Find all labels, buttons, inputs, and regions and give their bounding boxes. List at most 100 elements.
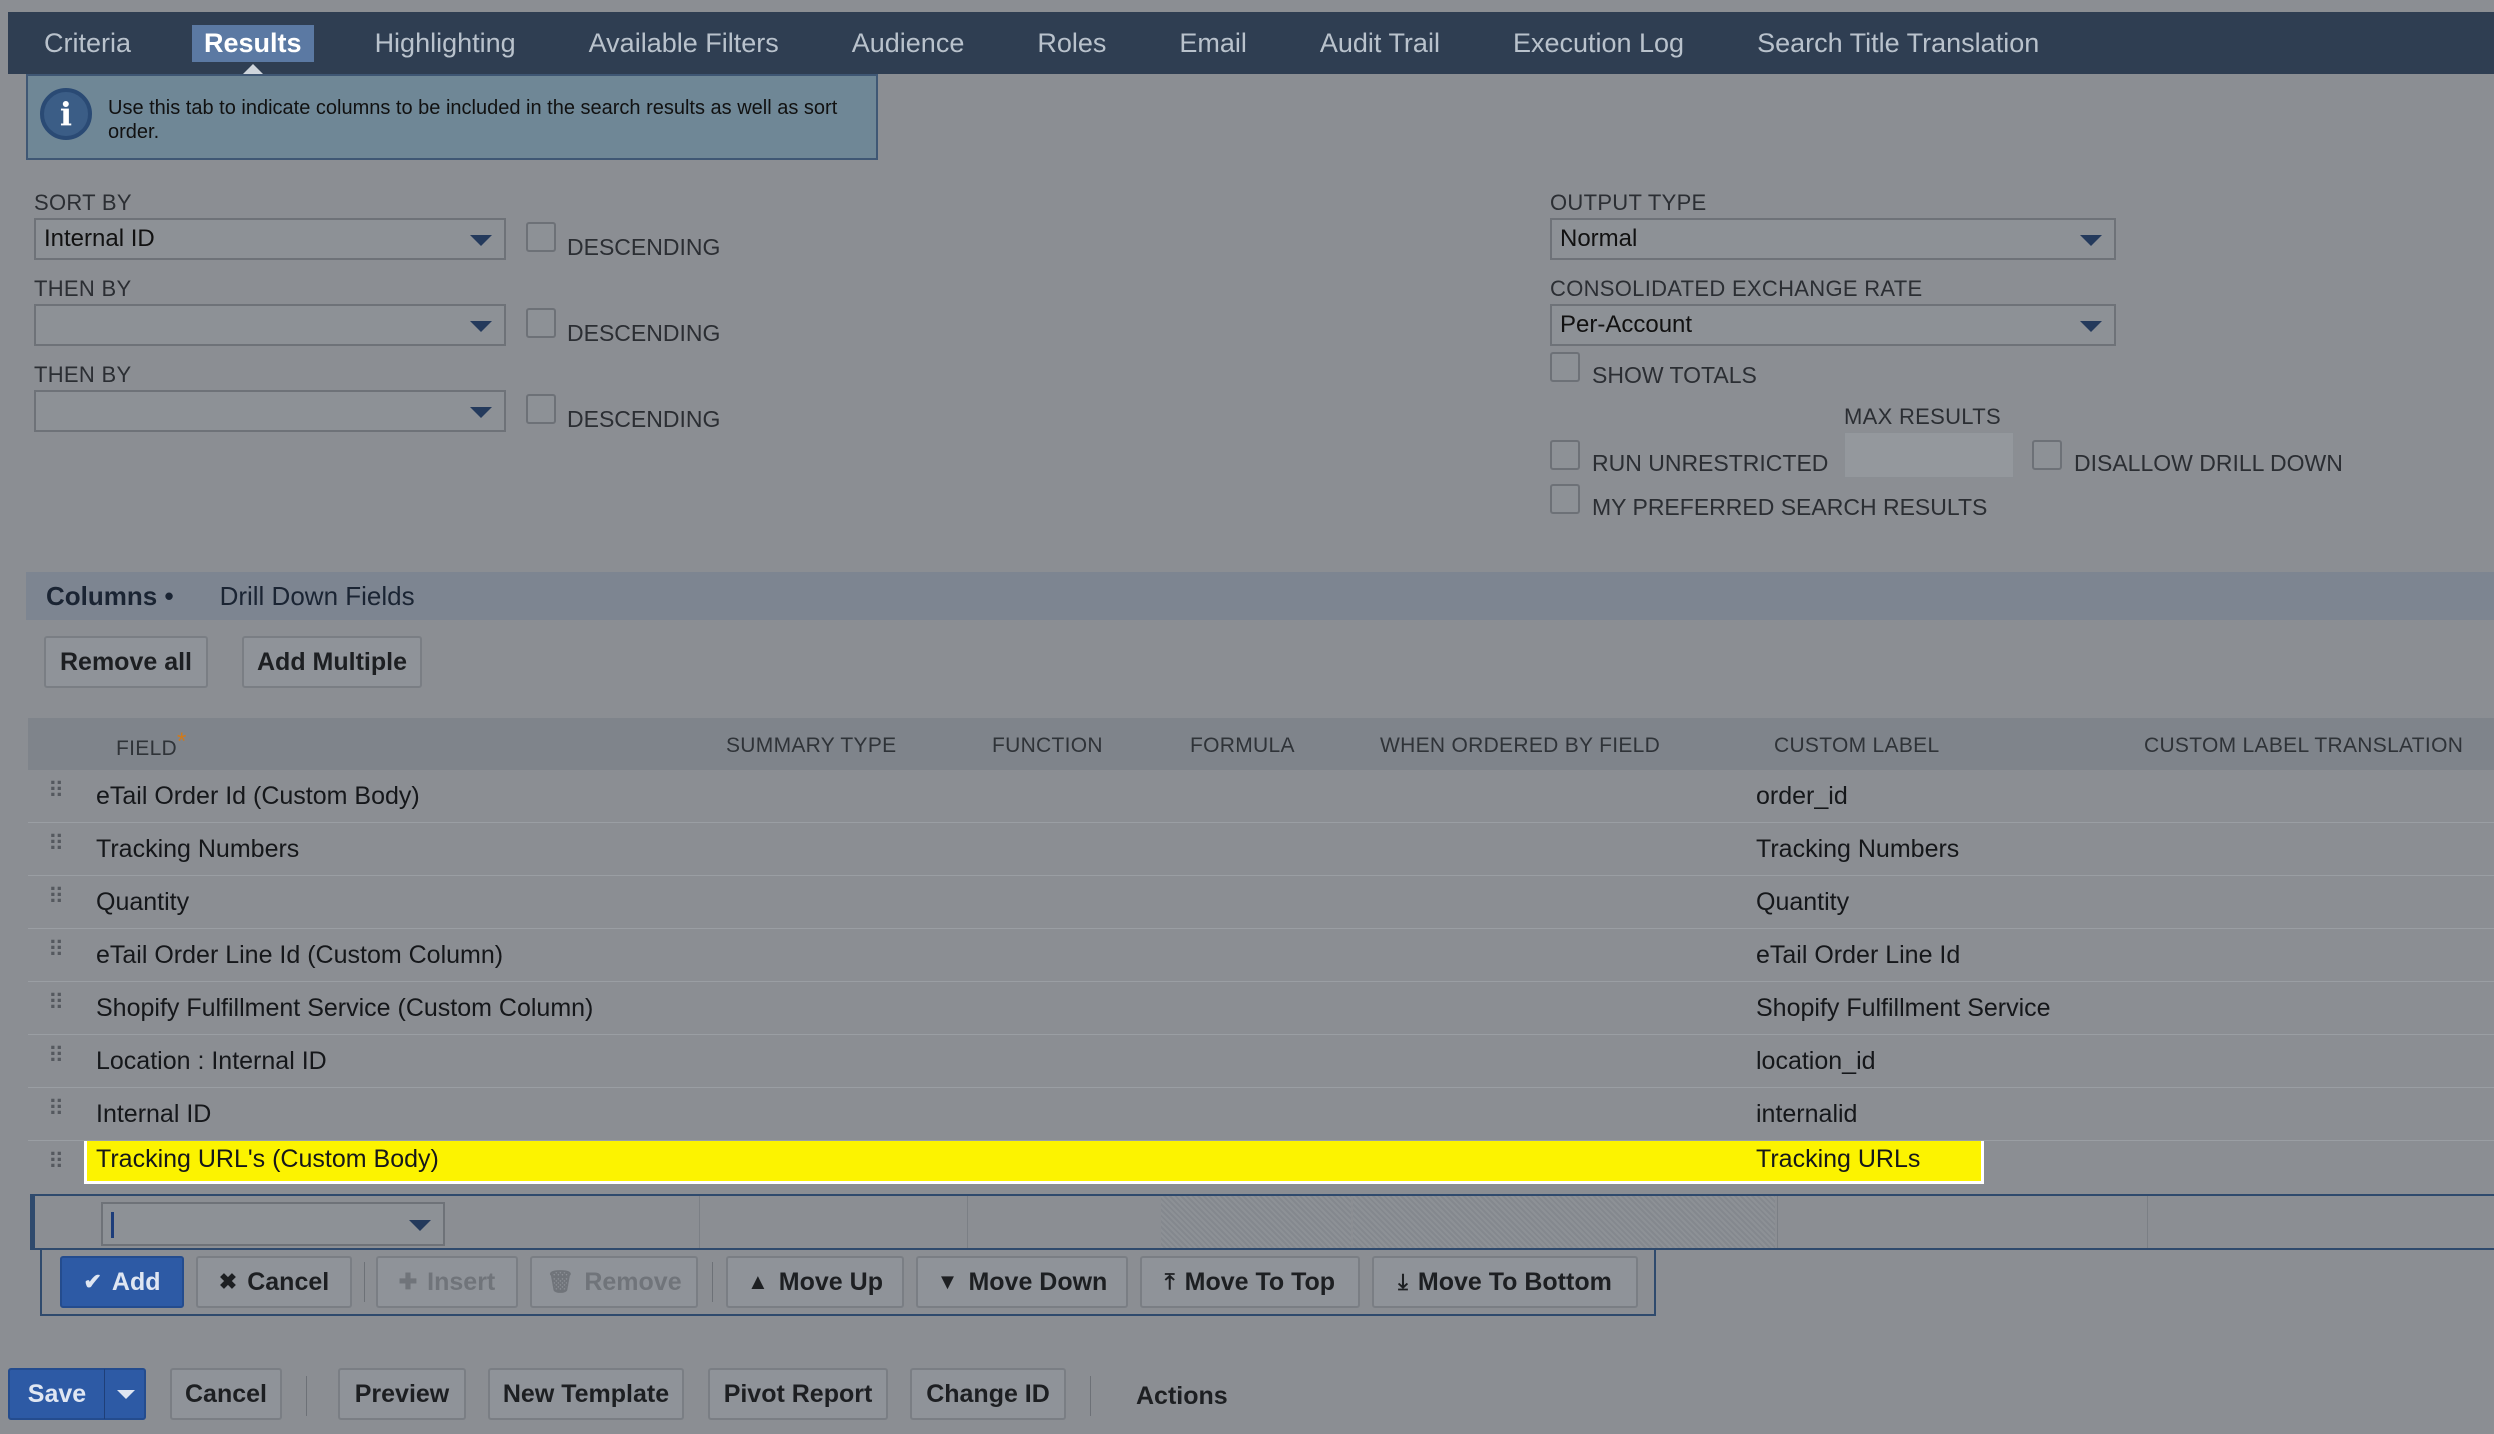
table-row[interactable]: ⠿ eTail Order Id (Custom Body) order_id [28,770,2494,823]
when-ordered-cell-disabled [1353,1196,1775,1248]
output-type-select[interactable]: Normal [1550,218,2116,260]
row-field: Tracking URL's (Custom Body) [96,1145,439,1173]
row-field: Shopify Fulfillment Service (Custom Colu… [96,994,594,1022]
new-template-button[interactable]: New Template [488,1368,684,1420]
move-to-bottom-button[interactable]: ⤓ Move To Bottom [1372,1256,1638,1308]
then-by-select-1[interactable] [34,304,506,346]
text-cursor [111,1212,114,1238]
arrow-down-icon: ▼ [936,1269,959,1294]
table-row[interactable]: ⠿ Quantity Quantity [28,876,2494,929]
move-down-button[interactable]: ▼ Move Down [916,1256,1128,1308]
subtab-drill-down-fields[interactable]: Drill Down Fields [220,581,415,612]
add-multiple-button[interactable]: Add Multiple [242,636,422,688]
save-label: Save [27,1379,87,1408]
table-row[interactable]: ⠿ Shopify Fulfillment Service (Custom Co… [28,982,2494,1035]
actions-menu[interactable]: Actions [1136,1382,1228,1411]
chevron-down-icon[interactable] [117,1389,135,1399]
cancel-button[interactable]: Cancel [170,1368,282,1420]
remove-all-button[interactable]: Remove all [44,636,208,688]
chevron-down-icon [2080,321,2102,332]
tab-audience[interactable]: Audience [840,24,977,63]
row-custom-label: order_id [1756,782,1848,810]
tab-email[interactable]: Email [1167,24,1259,63]
chevron-down-icon [470,321,492,332]
change-id-button[interactable]: Change ID [910,1368,1066,1420]
subtab-columns[interactable]: Columns • [46,581,174,612]
chevron-down-icon [470,407,492,418]
table-row-highlighted[interactable]: ⠿ Tracking URL's (Custom Body) Tracking … [28,1141,2494,1194]
move-up-button[interactable]: ▲ Move Up [726,1256,904,1308]
field-select[interactable] [101,1202,445,1246]
descending-label-2: DESCENDING [567,320,721,346]
descending-checkbox-2[interactable] [526,308,556,338]
run-unrestricted-checkbox[interactable] [1550,440,1580,470]
move-to-top-button[interactable]: ⤒ Move To Top [1140,1256,1360,1308]
drag-handle-icon[interactable]: ⠿ [48,939,64,961]
then-by-label-2: THEN BY [34,362,132,387]
tab-audit-trail[interactable]: Audit Trail [1308,24,1452,63]
drag-handle-icon[interactable]: ⠿ [48,886,64,908]
drag-handle-icon[interactable]: ⠿ [48,833,64,855]
show-totals-checkbox[interactable] [1550,352,1580,382]
show-totals-label: SHOW TOTALS [1592,362,1757,388]
drag-handle-icon[interactable]: ⠿ [48,1098,64,1120]
tab-roles[interactable]: Roles [1025,24,1118,63]
table-row[interactable]: ⠿ Internal ID internalid [28,1088,2494,1141]
columns-subtabs: Columns • Drill Down Fields [26,572,2494,620]
formula-cell-disabled [1161,1196,1351,1248]
header-summary-type: SUMMARY TYPE [726,734,897,757]
preferred-results-checkbox[interactable] [1550,484,1580,514]
tab-search-title-translation[interactable]: Search Title Translation [1745,24,2051,63]
tab-criteria[interactable]: Criteria [32,24,143,63]
sort-by-select[interactable]: Internal ID [34,218,506,260]
drag-handle-icon[interactable]: ⠿ [48,780,64,802]
sort-by-label: SORT BY [34,190,132,215]
disallow-drill-down-checkbox[interactable] [2032,440,2062,470]
row-field: Location : Internal ID [96,1047,327,1075]
max-results-label: MAX RESULTS [1844,404,2001,429]
tab-highlighting[interactable]: Highlighting [363,24,528,63]
descending-checkbox-1[interactable] [526,222,556,252]
exchange-rate-select[interactable]: Per-Account [1550,304,2116,346]
check-icon: ✔ [83,1269,102,1294]
sort-by-value: Internal ID [44,225,155,252]
drag-handle-icon[interactable]: ⠿ [48,1151,64,1173]
descending-checkbox-3[interactable] [526,394,556,424]
move-to-bottom-icon: ⤓ [1398,1269,1408,1294]
disallow-drill-down-label: DISALLOW DRILL DOWN [2074,450,2343,476]
tab-bar: Criteria Results Highlighting Available … [8,12,2494,74]
cancel-row-button[interactable]: ✖ Cancel [196,1256,352,1308]
info-message: i Use this tab to indicate columns to be… [26,74,878,160]
then-by-label-1: THEN BY [34,276,132,301]
header-custom-label: CUSTOM LABEL [1774,734,1940,757]
row-field: Internal ID [96,1100,212,1128]
tab-results[interactable]: Results [192,24,314,74]
tab-execution-log[interactable]: Execution Log [1501,24,1696,63]
tab-available-filters[interactable]: Available Filters [577,24,791,63]
plus-icon: ✚ [398,1269,418,1294]
arrow-up-icon: ▲ [747,1269,769,1294]
table-row[interactable]: ⠿ eTail Order Line Id (Custom Column) eT… [28,929,2494,982]
max-results-input[interactable] [1844,432,2014,478]
header-when-ordered-by-field: WHEN ORDERED BY FIELD [1380,734,1661,757]
remove-button[interactable]: 🗑 Remove [530,1256,698,1308]
then-by-select-2[interactable] [34,390,506,432]
close-icon: ✖ [218,1269,238,1294]
chevron-down-icon [409,1220,431,1231]
table-row[interactable]: ⠿ Tracking Numbers Tracking Numbers [28,823,2494,876]
trash-icon: 🗑 [546,1269,575,1294]
row-custom-label: Tracking URLs [1756,1145,1921,1173]
output-type-label: OUTPUT TYPE [1550,190,1707,215]
drag-handle-icon[interactable]: ⠿ [48,992,64,1014]
save-button[interactable]: Save [8,1368,146,1420]
exchange-rate-label: CONSOLIDATED EXCHANGE RATE [1550,276,1923,301]
drag-handle-icon[interactable]: ⠿ [48,1045,64,1067]
row-custom-label: Shopify Fulfillment Service [1756,994,2051,1022]
chevron-down-icon [2080,235,2102,246]
exchange-rate-value: Per-Account [1560,311,1693,338]
table-row[interactable]: ⠿ Location : Internal ID location_id [28,1035,2494,1088]
preview-button[interactable]: Preview [338,1368,466,1420]
add-button[interactable]: ✔ Add [60,1256,184,1308]
pivot-report-button[interactable]: Pivot Report [708,1368,888,1420]
insert-button[interactable]: ✚ Insert [376,1256,518,1308]
